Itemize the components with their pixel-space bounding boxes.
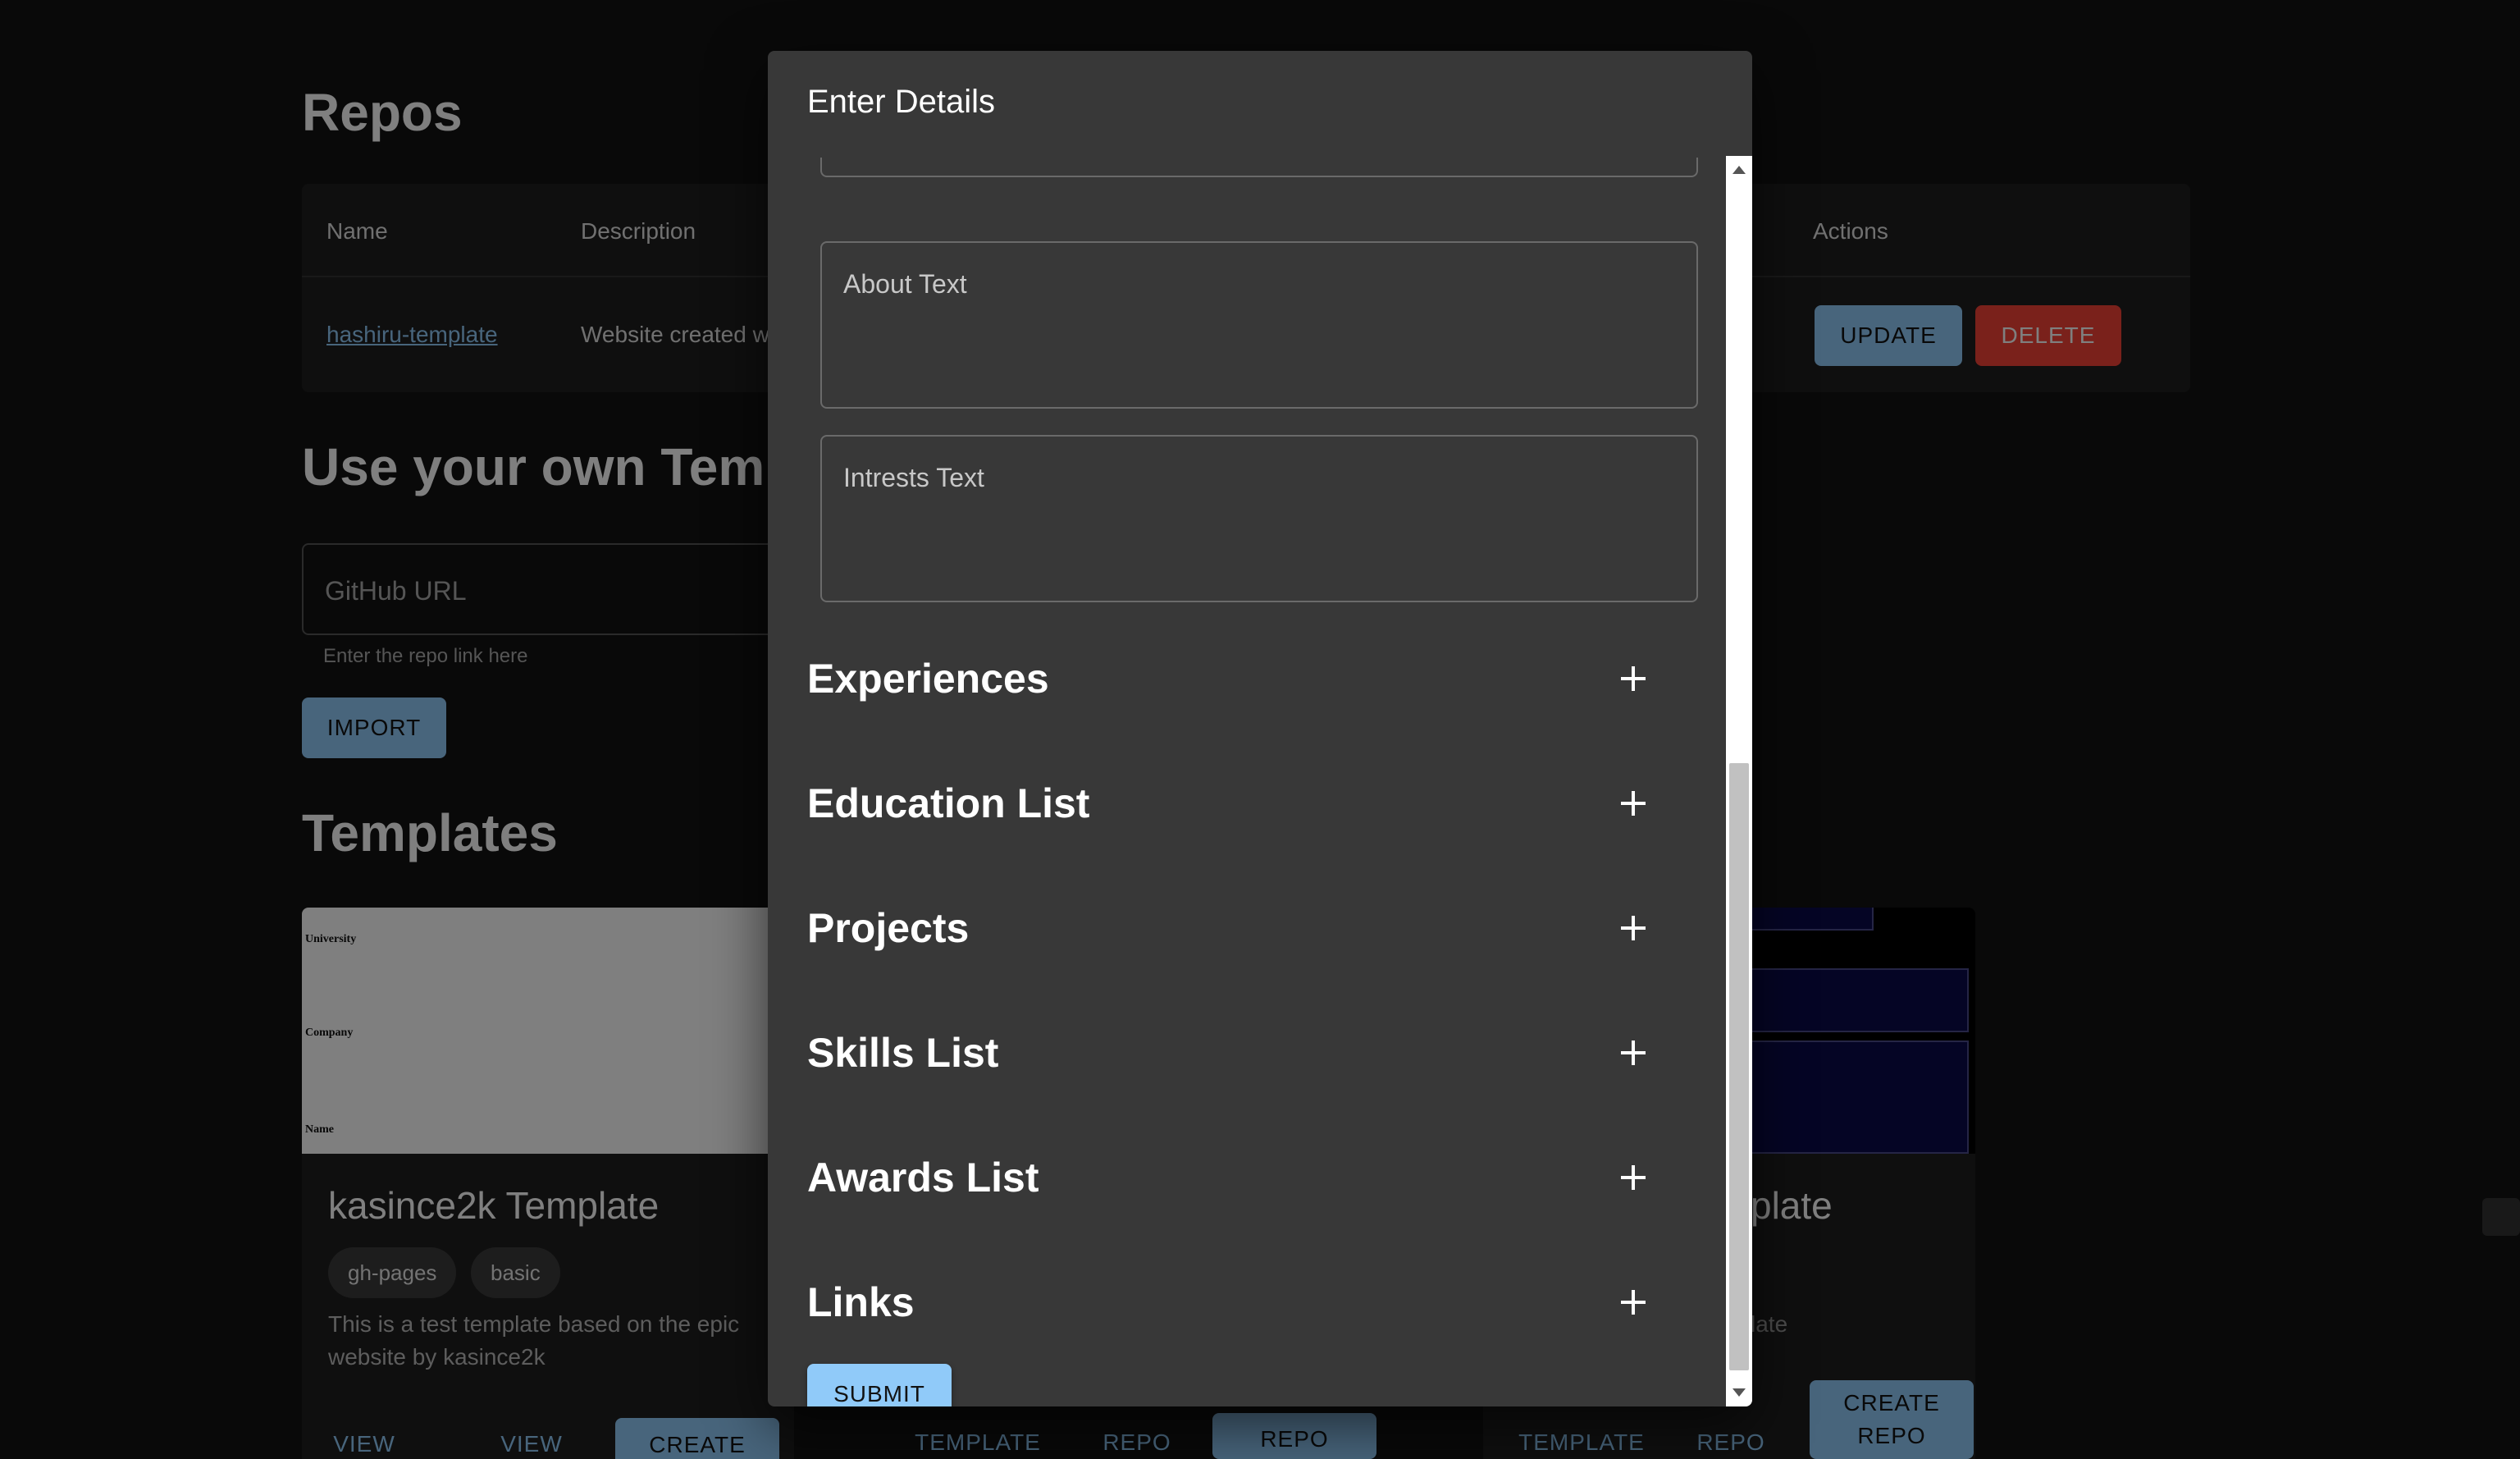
section-projects[interactable]: Projects	[807, 894, 1660, 960]
section-title: Experiences	[807, 656, 1049, 702]
section-awards-list[interactable]: Awards List	[807, 1144, 1660, 1210]
submit-button[interactable]: SUBMIT	[807, 1364, 952, 1406]
add-icon[interactable]	[1614, 1159, 1652, 1196]
previous-field[interactable]	[820, 158, 1698, 177]
enter-details-dialog: Enter Details About Text Intrests Text E…	[768, 51, 1752, 1406]
section-experiences[interactable]: Experiences	[807, 645, 1660, 711]
about-text-field[interactable]: About Text	[820, 241, 1698, 409]
scroll-down-icon[interactable]	[1732, 1388, 1746, 1397]
section-title: Skills List	[807, 1030, 999, 1076]
dialog-title: Enter Details	[807, 84, 995, 120]
scroll-thumb[interactable]	[1729, 763, 1749, 1370]
add-icon[interactable]	[1614, 660, 1652, 697]
section-title: Projects	[807, 905, 970, 951]
scroll-up-icon[interactable]	[1732, 166, 1746, 174]
add-icon[interactable]	[1614, 784, 1652, 822]
add-icon[interactable]	[1614, 909, 1652, 947]
section-skills-list[interactable]: Skills List	[807, 1019, 1660, 1085]
dialog-content: About Text Intrests Text Experiences Edu…	[768, 158, 1726, 1406]
interests-text-field[interactable]: Intrests Text	[820, 435, 1698, 602]
add-icon[interactable]	[1614, 1034, 1652, 1072]
section-title: Education List	[807, 780, 1090, 826]
section-title: Awards List	[807, 1155, 1039, 1201]
add-icon[interactable]	[1614, 1283, 1652, 1321]
dialog-scrollbar[interactable]	[1726, 156, 1752, 1406]
about-text-label: About Text	[843, 269, 967, 299]
section-title: Links	[807, 1279, 915, 1325]
interests-text-label: Intrests Text	[843, 463, 984, 492]
section-education-list[interactable]: Education List	[807, 770, 1660, 835]
section-links[interactable]: Links	[807, 1269, 1660, 1334]
